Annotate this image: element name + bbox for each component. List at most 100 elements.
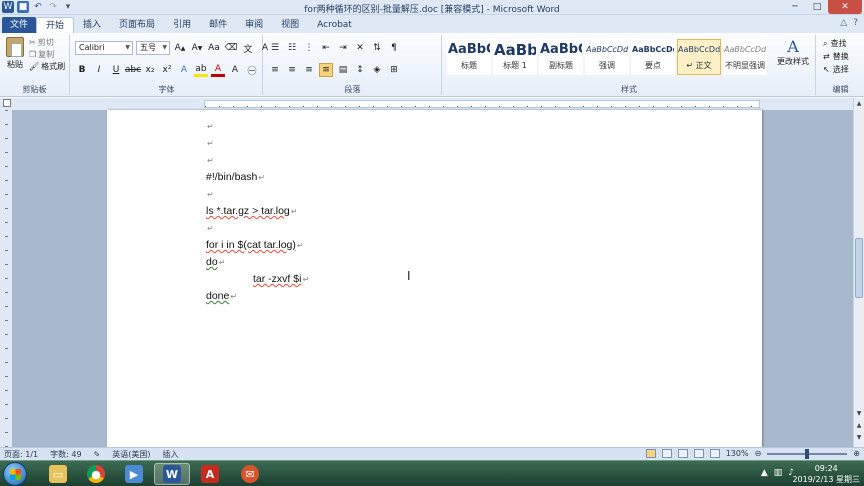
underline-icon[interactable]: U <box>109 63 123 77</box>
style-heading-1[interactable]: AaBb 标题 1 <box>493 39 537 75</box>
document-line[interactable]: #!/bin/bash↵ <box>206 171 265 183</box>
minimize-button[interactable]: ─ <box>784 0 806 14</box>
tab-file[interactable]: 文件 <box>2 17 37 33</box>
cut-button[interactable]: ✂ 剪切 <box>29 37 65 49</box>
next-page-icon[interactable]: ▼ <box>855 434 863 443</box>
line-spacing-icon[interactable]: ↕ <box>353 63 367 77</box>
start-button[interactable] <box>3 462 27 486</box>
network-icon[interactable]: ▥ <box>774 468 783 478</box>
tab-acrobat[interactable]: Acrobat <box>308 17 361 33</box>
italic-icon[interactable]: I <box>92 63 106 77</box>
scroll-down-icon[interactable]: ▼ <box>855 410 863 419</box>
zoom-level[interactable]: 130% <box>726 449 749 458</box>
copy-button[interactable]: ❐ 复制 <box>29 49 65 61</box>
multilevel-list-icon[interactable]: ⋮ <box>302 41 316 55</box>
zoom-slider-knob[interactable] <box>805 448 810 459</box>
taskbar-explorer[interactable]: ▭ <box>40 463 76 485</box>
document-line[interactable]: ↵ <box>206 137 214 149</box>
zoom-slider[interactable] <box>767 448 848 459</box>
change-case-icon[interactable]: Aa <box>207 41 221 55</box>
replace-button[interactable]: ⇄ 替换 <box>823 50 849 63</box>
tab-insert[interactable]: 插入 <box>74 17 110 33</box>
enclose-characters-icon[interactable]: ㊀ <box>245 63 259 77</box>
strikethrough-icon[interactable]: abc <box>125 63 141 77</box>
tab-view[interactable]: 视图 <box>272 17 308 33</box>
font-name-select[interactable]: Calibri ▼ <box>75 41 133 55</box>
document-line[interactable]: ↵ <box>206 222 214 234</box>
style-emphasis[interactable]: AaBbCcDd 强调 <box>585 39 629 75</box>
align-left-icon[interactable]: ≡ <box>268 63 282 77</box>
shrink-font-icon[interactable]: A ▼ <box>190 41 204 55</box>
taskbar-media-player[interactable]: ▶ <box>116 463 152 485</box>
clock[interactable]: 09:24 2019/2/13 星期三 <box>792 463 860 485</box>
paste-button[interactable]: 粘贴 <box>4 37 26 70</box>
change-styles-button[interactable]: A 更改样式 <box>775 37 811 67</box>
font-color-icon[interactable]: A <box>211 63 225 77</box>
taskbar-acrobat[interactable]: A <box>192 463 228 485</box>
print-layout-view-icon[interactable] <box>645 449 656 458</box>
full-screen-view-icon[interactable] <box>661 449 672 458</box>
subscript-icon[interactable]: x₂ <box>143 63 157 77</box>
document-line[interactable]: ↵ <box>206 188 214 200</box>
tab-page-layout[interactable]: 页面布局 <box>110 17 164 33</box>
minimize-ribbon-icon[interactable]: △ <box>840 18 847 28</box>
close-button[interactable]: ✕ <box>828 0 862 14</box>
scroll-up-icon[interactable]: ▲ <box>855 100 863 109</box>
style-subtitle[interactable]: AaBbC副标题 <box>539 39 583 75</box>
taskbar-foxmail[interactable]: ✉ <box>232 463 268 485</box>
select-button[interactable]: ↖ 选择 <box>823 63 849 76</box>
align-right-icon[interactable]: ≡ <box>302 63 316 77</box>
tab-selector[interactable] <box>3 99 11 107</box>
grow-font-icon[interactable]: A ▲ <box>173 41 187 55</box>
show-hidden-icon[interactable]: ▲ <box>761 468 768 478</box>
tab-review[interactable]: 审阅 <box>236 17 272 33</box>
bullets-icon[interactable]: ☰ <box>268 41 282 55</box>
ruler-scale[interactable] <box>204 100 760 108</box>
borders-icon[interactable]: ⊞ <box>387 63 401 77</box>
page-count[interactable]: 页面: 1/1 <box>4 449 38 460</box>
numbering-icon[interactable]: ☷ <box>285 41 299 55</box>
document-page[interactable]: ↵ ↵ ↵ #!/bin/bash↵ ↵ ls *.tar.gz > tar.l… <box>107 110 762 447</box>
style-title[interactable]: AaBbC标题 <box>447 39 491 75</box>
superscript-icon[interactable]: x² <box>160 63 174 77</box>
zoom-in-icon[interactable]: ⊕ <box>853 449 860 458</box>
document-line[interactable]: ls *.tar.gz > tar.log↵ <box>206 205 297 217</box>
sort-icon[interactable]: ⇅ <box>370 41 384 55</box>
style-subtle-emphasis[interactable]: AaBbCcDd 不明显强调 <box>723 39 767 75</box>
taskbar-word[interactable]: W <box>154 463 190 485</box>
document-line[interactable]: tar -zxvf $i↵ <box>253 273 309 285</box>
zoom-out-icon[interactable]: ⊖ <box>755 449 762 458</box>
format-painter-button[interactable]: 🖌 格式刷 <box>29 61 65 73</box>
insert-mode[interactable]: 插入 <box>163 449 179 460</box>
outline-view-icon[interactable] <box>693 449 704 458</box>
show-marks-icon[interactable]: ¶ <box>387 41 401 55</box>
language-indicator[interactable]: 英语(美国) <box>112 449 150 460</box>
style-normal[interactable]: AaBbCcDd ↵ 正文 <box>677 39 721 75</box>
document-line[interactable]: do↵ <box>206 256 225 268</box>
document-line[interactable]: ↵ <box>206 154 214 166</box>
distributed-icon[interactable]: ▤ <box>336 63 350 77</box>
find-button[interactable]: ⌕ 查找 <box>823 37 849 50</box>
proofing-icon[interactable]: ✎ <box>94 450 101 459</box>
document-line[interactable]: ↵ <box>206 120 214 132</box>
increase-indent-icon[interactable]: ⇥ <box>336 41 350 55</box>
document-line[interactable]: for i in $(cat tar.log)↵ <box>206 239 304 251</box>
align-center-icon[interactable]: ≡ <box>285 63 299 77</box>
tab-home[interactable]: 开始 <box>36 17 75 33</box>
font-size-select[interactable]: 五号 ▼ <box>136 41 170 55</box>
tab-mailings[interactable]: 邮件 <box>200 17 236 33</box>
style-strong[interactable]: AaBbCcDd 要点 <box>631 39 675 75</box>
decrease-indent-icon[interactable]: ⇤ <box>319 41 333 55</box>
shading-icon[interactable]: ◈ <box>370 63 384 77</box>
draft-view-icon[interactable] <box>709 449 720 458</box>
clear-formatting-icon[interactable]: ⌫ <box>224 41 238 55</box>
document-line[interactable]: done↵ <box>206 290 237 302</box>
vertical-scrollbar[interactable]: ▲ ▼ ▲ ▼ <box>853 98 864 447</box>
character-shading-icon[interactable]: A <box>228 63 242 77</box>
justify-icon[interactable]: ≡ <box>319 63 333 77</box>
taskbar-chrome[interactable]: ● <box>78 463 114 485</box>
text-effects-icon[interactable]: A <box>177 63 191 77</box>
web-layout-view-icon[interactable] <box>677 449 688 458</box>
previous-page-icon[interactable]: ▲ <box>855 422 863 431</box>
tab-references[interactable]: 引用 <box>164 17 200 33</box>
